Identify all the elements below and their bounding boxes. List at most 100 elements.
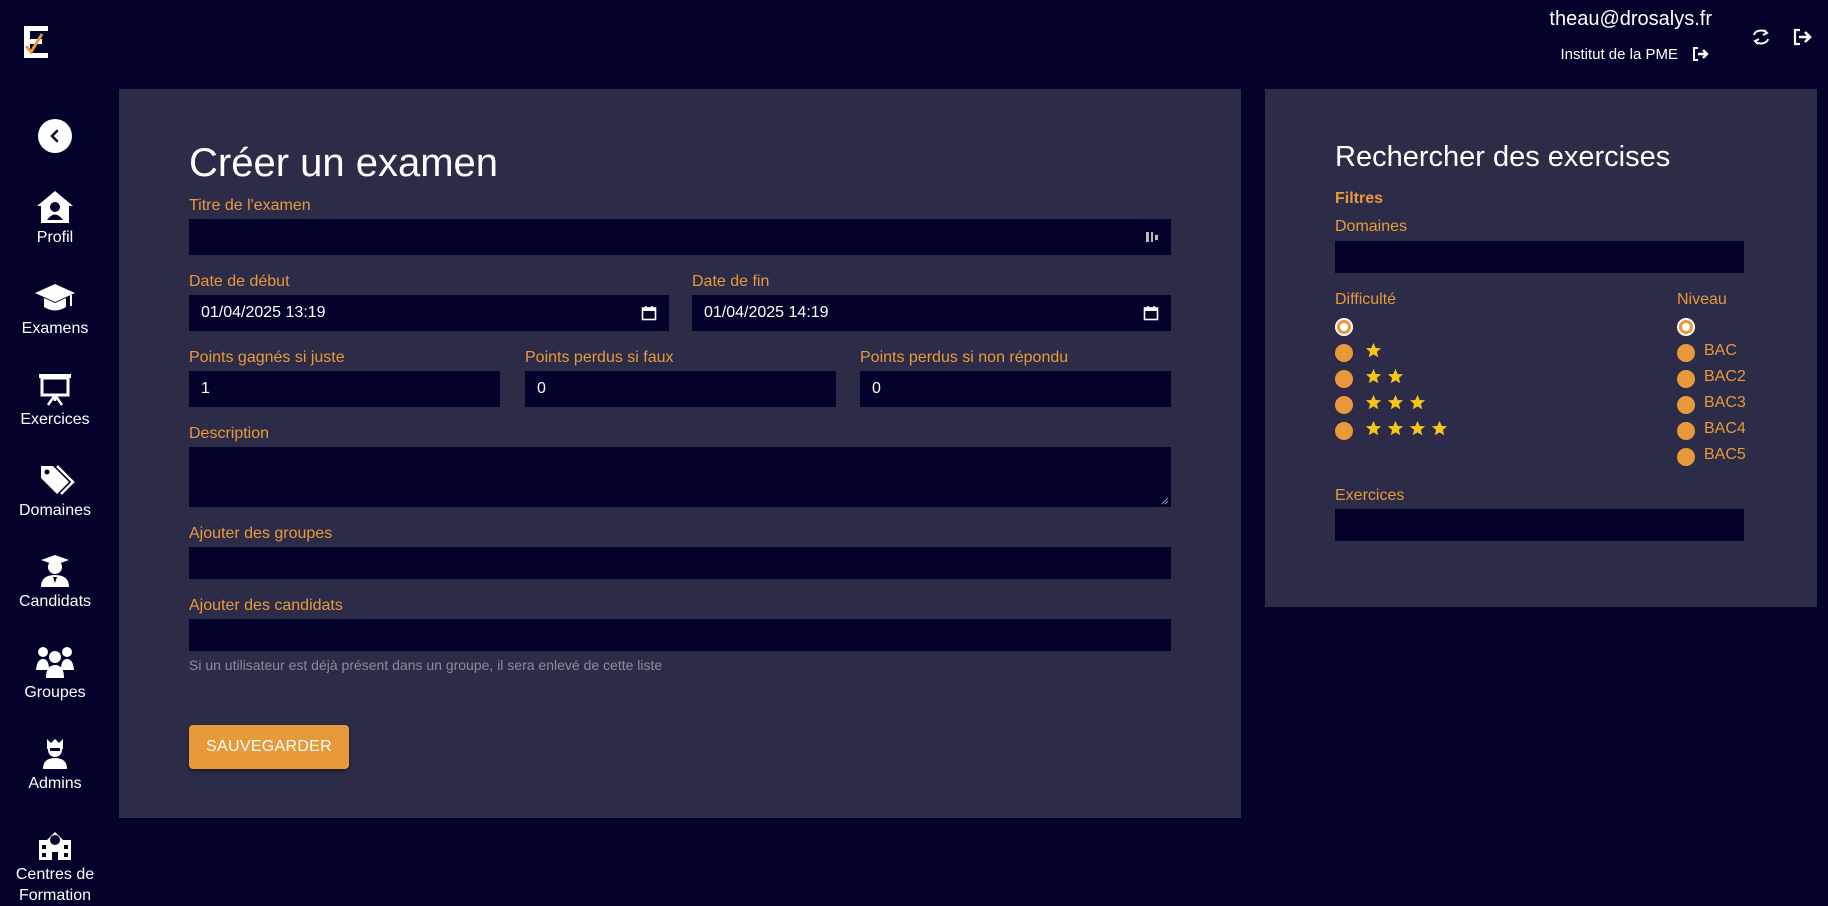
groups-input[interactable] [189,547,1171,579]
create-exam-panel: Créer un examen Titre de l'examen Date d… [119,89,1241,818]
level-radio-bac5[interactable] [1677,448,1695,466]
sidebar-item-candidats[interactable]: Candidats [0,553,110,612]
sidebar-item-label: Candidats [18,593,92,610]
search-title: Rechercher des exercises [1335,141,1671,173]
switch-icon[interactable] [1750,26,1772,48]
points-correct-input[interactable]: 1 [189,371,500,407]
school-icon [39,832,71,860]
candidates-helper-text: Si un utilisateur est déjà présent dans … [189,657,663,673]
tags-icon [41,465,75,495]
points-wrong-value: 0 [537,380,546,397]
description-textarea[interactable] [189,447,1171,507]
sidebar-item-profil[interactable]: Profil [0,189,110,248]
presentation-icon [39,374,71,406]
level-radio-bac3[interactable] [1677,396,1695,414]
calendar-icon[interactable] [641,305,657,321]
sidebar-item-label: Admins [28,775,82,792]
difficulty-radio-0[interactable] [1335,318,1353,336]
star-icon [1365,368,1382,384]
level-option-label: BAC5 [1704,446,1746,463]
difficulty-radio-4[interactable] [1335,422,1353,440]
level-option-label: BAC [1704,342,1737,359]
points-unanswered-value: 0 [872,380,881,397]
exam-title-label: Titre de l'examen [189,197,311,214]
org-switcher: Institut de la PME [1560,43,1712,65]
level-option-label: BAC4 [1704,420,1746,437]
level-radio-bac4[interactable] [1677,422,1695,440]
difficulty-stars-3 [1365,394,1426,411]
points-unanswered-label: Points perdus si non répondu [860,349,1069,366]
points-wrong-label: Points perdus si faux [525,349,674,366]
difficulty-radio-3[interactable] [1335,396,1353,414]
sidebar-item-label: Examens [21,320,89,337]
sidebar-item-groupes[interactable]: Groupes [0,644,110,703]
groups-label: Ajouter des groupes [189,525,333,542]
level-option-label: BAC2 [1704,368,1746,385]
save-button[interactable]: SAUVEGARDER [189,725,349,769]
difficulty-stars-1 [1365,342,1382,359]
start-date-input[interactable]: 01/04/2025 13:19 [189,295,669,331]
org-name: Institut de la PME [1560,45,1678,63]
calendar-icon[interactable] [1143,305,1159,321]
logout-icon[interactable] [1792,26,1814,48]
start-date-label: Date de début [189,273,290,290]
difficulty-stars-4 [1365,420,1448,437]
candidates-input[interactable] [189,619,1171,651]
back-button[interactable] [38,119,72,153]
sidebar-item-centres-de-formation[interactable]: Centres de Formation [0,826,110,906]
sidebar-item-examens[interactable]: Examens [0,280,110,339]
sidebar-item-domaines[interactable]: Domaines [0,462,110,521]
level-radio-bac2[interactable] [1677,370,1695,388]
points-correct-value: 1 [201,380,210,397]
difficulty-radio-2[interactable] [1335,370,1353,388]
star-icon [1409,420,1426,436]
domains-label: Domaines [1335,218,1408,235]
user-email: theau@drosalys.fr [1549,8,1712,30]
exam-title-input[interactable] [189,219,1171,255]
candidates-label: Ajouter des candidats [189,597,343,614]
exercises-input[interactable] [1335,509,1744,541]
end-date-input[interactable]: 01/04/2025 14:19 [692,295,1171,331]
difficulty-radio-1[interactable] [1335,344,1353,362]
sidebar-item-label: Centres de [15,866,95,883]
sidebar-item-label: Groupes [24,684,86,701]
level-label: Niveau [1677,291,1727,308]
level-radio-bac[interactable] [1677,344,1695,362]
resize-handle-icon[interactable] [1161,497,1169,505]
filters-label: Filtres [1335,190,1384,207]
graduation-cap-icon [35,284,75,311]
star-icon [1365,342,1382,358]
profile-icon [37,191,73,223]
star-icon [1387,394,1404,410]
sidebar-item-label: Domaines [18,502,92,519]
sidebar-item-label: Exercices [20,411,90,428]
points-correct-label: Points gagnés si juste [189,349,345,366]
star-icon [1409,394,1426,410]
level-option-label: BAC3 [1704,394,1746,411]
sidebar-item-label: Profil [36,229,74,246]
search-exercises-panel: Rechercher des exercises Filtres Domaine… [1265,89,1817,607]
difficulty-stars-2 [1365,368,1404,385]
logo-icon[interactable] [20,22,52,62]
difficulty-label: Difficulté [1335,291,1397,308]
group-icon [36,647,74,678]
domains-input[interactable] [1335,241,1744,273]
admin-icon [43,739,67,769]
star-icon [1387,420,1404,436]
chevron-left-icon [50,129,59,143]
points-wrong-input[interactable]: 0 [525,371,836,407]
star-icon [1387,368,1404,384]
level-radio-0[interactable] [1677,318,1695,336]
star-icon [1365,420,1382,436]
page-title: Créer un examen [189,141,499,185]
star-icon [1431,420,1448,436]
password-manager-icon[interactable] [1145,230,1159,244]
description-label: Description [189,425,270,442]
sidebar-item-exercices[interactable]: Exercices [0,371,110,430]
sidebar-item-admins[interactable]: Admins [0,735,110,794]
student-icon [41,555,69,587]
org-logout-icon[interactable] [1690,43,1712,65]
exercises-label: Exercices [1335,487,1405,504]
points-unanswered-input[interactable]: 0 [860,371,1171,407]
end-date-label: Date de fin [692,273,770,290]
